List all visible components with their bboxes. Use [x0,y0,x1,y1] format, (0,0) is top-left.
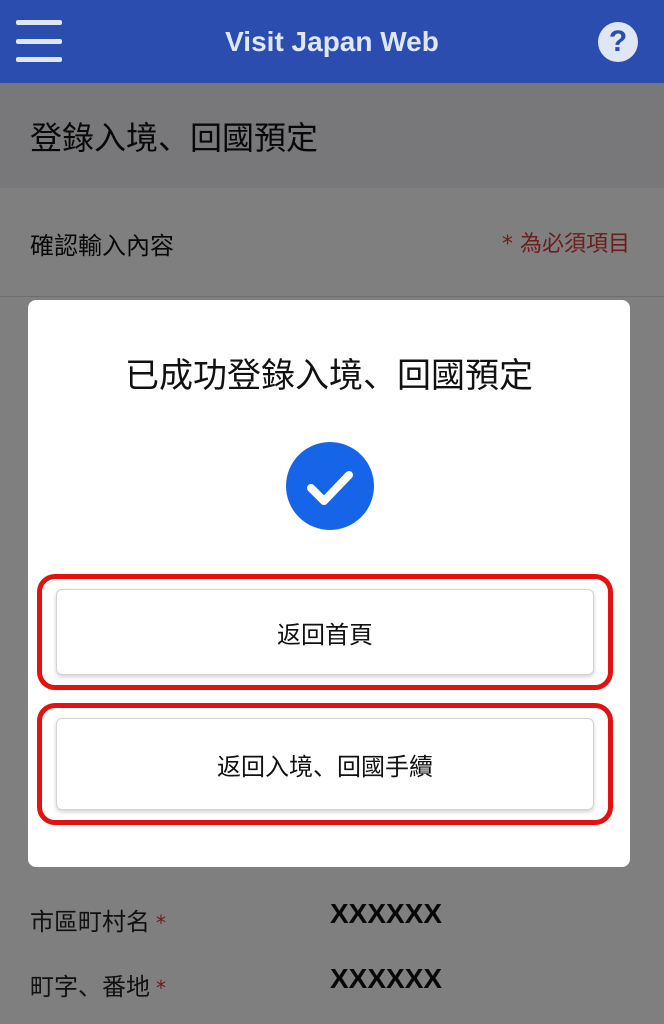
return-procedures-button[interactable]: 返回入境、回國手續 [56,718,594,810]
highlight-frame: 返回入境、回國手續 [37,703,613,825]
return-home-button[interactable]: 返回首頁 [56,589,594,675]
check-circle-icon [286,442,374,530]
dialog-title: 已成功登錄入境、回國預定 [125,356,533,396]
app-header: Visit Japan Web ? [0,0,664,83]
highlight-frame: 返回首頁 [37,574,613,690]
app-title: Visit Japan Web [225,26,439,57]
help-icon[interactable]: ? [598,22,638,62]
success-dialog: 已成功登錄入境、回國預定 返回首頁 返回入境、回國手續 [28,300,630,867]
